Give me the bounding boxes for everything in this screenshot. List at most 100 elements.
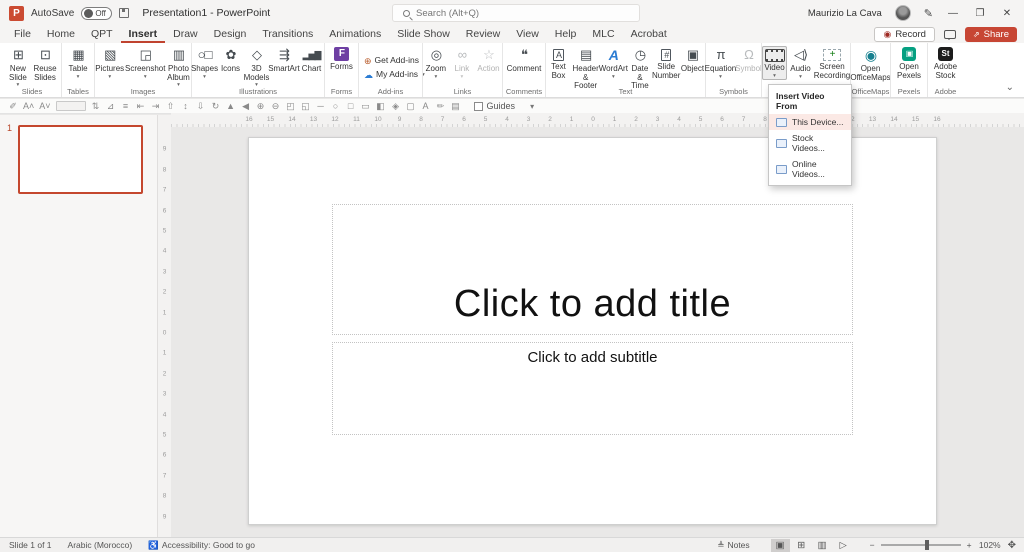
align-bottom-icon[interactable]: ⇩ — [196, 101, 206, 112]
align-top-icon[interactable]: ⇧ — [166, 101, 176, 112]
rounded-rectangle-shape-icon[interactable]: ▭ — [361, 101, 371, 112]
format-painter-icon[interactable]: ✐ — [8, 101, 18, 112]
chart-placeholder-icon[interactable]: ⊿ — [106, 101, 116, 112]
zoom-in-button[interactable]: + — [967, 540, 972, 550]
distribute-horizontal-icon[interactable]: ⇤ — [136, 101, 146, 112]
slide-indicator[interactable]: Slide 1 of 1 — [9, 540, 52, 550]
save-icon[interactable] — [119, 8, 130, 18]
reuse-slides-button[interactable]: ⊡ Reuse Slides — [31, 46, 58, 83]
title-placeholder[interactable]: Click to add title — [332, 204, 853, 335]
collapse-ribbon-icon[interactable]: ⌄ — [1006, 82, 1014, 93]
slide-sorter-view-button[interactable]: ⊞ — [792, 539, 811, 552]
video-menu-this-device[interactable]: This Device... — [769, 114, 851, 130]
record-button[interactable]: ◉ Record — [874, 27, 935, 42]
table-button[interactable]: ▦ Table ▾ — [66, 46, 91, 81]
eyedropper-icon[interactable]: ✏ — [436, 101, 446, 112]
slide-canvas[interactable]: Click to add title Click to add subtitle — [248, 137, 937, 525]
action-button[interactable]: ☆ Action — [475, 46, 501, 75]
menu-tab-view[interactable]: View — [508, 26, 547, 43]
menu-tab-qpt[interactable]: QPT — [83, 26, 121, 43]
menu-tab-animations[interactable]: Animations — [321, 26, 389, 43]
slide-thumbnail[interactable] — [18, 125, 143, 194]
menu-tab-file[interactable]: File — [6, 26, 39, 43]
menu-tab-review[interactable]: Review — [458, 26, 508, 43]
date-time-button[interactable]: ◷ Date & Time — [627, 46, 652, 92]
zoom-slider[interactable] — [880, 540, 961, 550]
accessibility-status[interactable]: ♿ Accessibility: Good to go — [148, 540, 255, 551]
language-indicator[interactable]: Arabic (Morocco) — [68, 540, 133, 550]
pen-icon[interactable]: ✎ — [924, 7, 933, 20]
font-color-icon[interactable]: A — [421, 101, 431, 111]
rectangle-shape-icon[interactable]: □ — [346, 101, 356, 111]
zoom-level[interactable]: 102% — [979, 540, 1001, 550]
rotate-icon[interactable]: ↻ — [211, 101, 221, 112]
symbol-button[interactable]: Ω Symbol — [735, 46, 762, 75]
align-left-icon[interactable]: ≡ — [121, 101, 131, 111]
flip-vertical-icon[interactable]: ▲ — [226, 101, 236, 111]
shape-outline-icon[interactable]: ▢ — [406, 101, 416, 112]
guides-toggle[interactable]: Guides — [473, 101, 515, 111]
qat-more-icon[interactable]: ▾ — [530, 102, 534, 111]
video-menu-stock-videos[interactable]: Stock Videos... — [769, 130, 851, 156]
share-button[interactable]: ⇗ Share — [964, 27, 1017, 42]
adobe-stock-button[interactable]: St Adobe Stock — [932, 46, 959, 81]
comments-icon[interactable] — [943, 30, 956, 40]
link-button[interactable]: ∞ Link ▾ — [449, 46, 474, 81]
ungroup-icon[interactable]: ⊖ — [271, 101, 281, 112]
menu-tab-draw[interactable]: Draw — [165, 26, 206, 43]
screen-recording-button[interactable]: + Screen Recording — [814, 46, 850, 81]
send-backward-icon[interactable]: ◱ — [301, 101, 311, 112]
user-name[interactable]: Maurizio La Cava — [808, 8, 882, 19]
object-button[interactable]: ▣ Object — [680, 46, 705, 75]
audio-button[interactable]: ◁⟩ Audio ▾ — [788, 46, 813, 81]
menu-tab-slide-show[interactable]: Slide Show — [389, 26, 458, 43]
3d-models-button[interactable]: ◇ 3D Models ▾ — [244, 46, 270, 89]
align-middle-icon[interactable]: ↕ — [181, 101, 191, 111]
video-menu-online-videos[interactable]: Online Videos... — [769, 156, 851, 182]
distribute-vertical-icon[interactable]: ⇥ — [151, 101, 161, 112]
flip-horizontal-icon[interactable]: ◀ — [241, 101, 251, 112]
new-slide-button[interactable]: ⊞ New Slide ▾ — [5, 46, 30, 89]
shrink-font-icon[interactable]: A˅ — [39, 101, 50, 111]
open-pexels-button[interactable]: ▣ Open Pexels — [895, 46, 923, 81]
fit-to-window-icon[interactable]: ✥ — [1008, 540, 1016, 551]
menu-tab-home[interactable]: Home — [39, 26, 83, 43]
bring-forward-icon[interactable]: ◰ — [286, 101, 296, 112]
minimize-button[interactable]: — — [946, 8, 960, 19]
shape-fill-icon[interactable]: ◧ — [376, 101, 386, 112]
paste-icon[interactable]: ▤ — [451, 101, 461, 112]
menu-tab-transitions[interactable]: Transitions — [254, 26, 321, 43]
open-officemaps-button[interactable]: ◉ Open OfficeMaps — [850, 46, 890, 83]
zoom-out-button[interactable]: − — [870, 540, 875, 550]
grow-font-icon[interactable]: A˄ — [23, 101, 34, 111]
shapes-button[interactable]: ○□ Shapes ▾ — [191, 46, 218, 81]
forms-button[interactable]: F Forms — [328, 46, 355, 73]
get-add-ins-button[interactable]: ⊕ Get Add-ins — [364, 56, 419, 66]
video-button[interactable]: Video ▾ — [762, 46, 787, 80]
text-box-button[interactable]: A Text Box — [546, 46, 571, 81]
reading-view-button[interactable]: ▥ — [813, 539, 832, 552]
screenshot-button[interactable]: ◲ Screenshot ▾ — [125, 46, 165, 81]
search-input[interactable]: Search (Alt+Q) — [392, 4, 640, 22]
normal-view-button[interactable]: ▣ — [770, 538, 790, 552]
text-direction-icon[interactable]: ⇅ — [91, 101, 101, 112]
subtitle-placeholder[interactable]: Click to add subtitle — [332, 342, 853, 435]
avatar[interactable] — [894, 5, 911, 21]
notes-button[interactable]: ≜ Notes — [717, 540, 749, 551]
group-icon[interactable]: ⊕ — [256, 101, 266, 112]
menu-tab-design[interactable]: Design — [206, 26, 255, 43]
slideshow-view-button[interactable]: ▷ — [834, 539, 853, 552]
restore-button[interactable]: ❐ — [973, 8, 987, 19]
oval-shape-icon[interactable]: ○ — [331, 101, 341, 111]
autosave-toggle[interactable]: Off — [81, 6, 113, 20]
pictures-button[interactable]: ▧ Pictures ▾ — [95, 46, 124, 81]
guides-checkbox[interactable] — [473, 101, 483, 111]
header-footer-button[interactable]: ▤ Header & Footer — [572, 46, 599, 92]
photo-album-button[interactable]: ▥ Photo Album ▾ — [166, 46, 191, 89]
menu-tab-mlc[interactable]: MLC — [584, 26, 622, 43]
menu-tab-acrobat[interactable]: Acrobat — [623, 26, 675, 43]
chart-button[interactable]: ▂▅▇ Chart — [299, 46, 324, 75]
menu-tab-insert[interactable]: Insert — [120, 26, 166, 43]
menu-tab-help[interactable]: Help — [547, 26, 585, 43]
wordart-button[interactable]: A WordArt ▾ — [599, 46, 628, 81]
